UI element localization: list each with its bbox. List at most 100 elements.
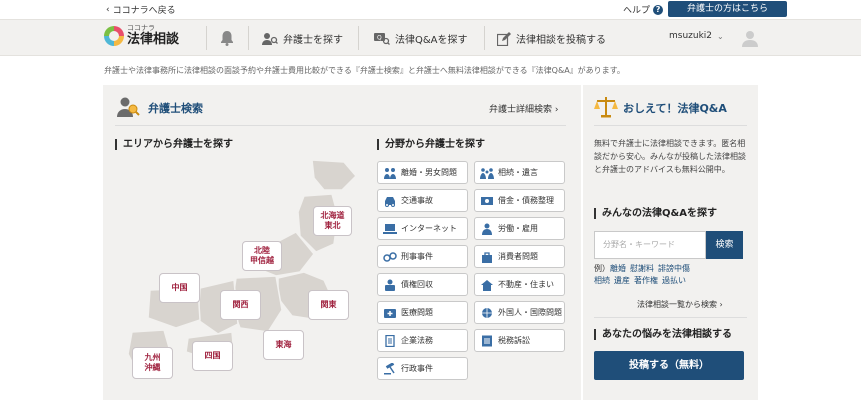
svg-text:Q: Q	[377, 34, 382, 41]
category-internet[interactable]: インターネット	[377, 217, 468, 240]
bell-icon[interactable]	[220, 30, 234, 50]
document-icon	[385, 334, 395, 347]
computer-icon	[383, 223, 397, 234]
back-link-label: ココナラへ戻る	[112, 6, 176, 16]
top-bar: ‹ ココナラへ戻る ヘルプ ? 弁護士の方はこちら	[0, 0, 861, 19]
couple-icon	[384, 167, 396, 179]
qa-search-icon: Q	[374, 32, 390, 45]
region-shikoku[interactable]: 四国	[192, 341, 233, 371]
logo-small-text: ココナラ	[127, 24, 155, 32]
main-navbar: ココナラ 法律相談 弁護士を探す Q 法律Q&Aを探す 法律相談を投稿する ms…	[0, 19, 861, 56]
category-criminal[interactable]: 刑事事件	[377, 245, 468, 268]
chevron-right-icon: ›	[554, 105, 559, 115]
category-inheritance[interactable]: 相続・遺言	[474, 161, 565, 184]
family-icon	[480, 167, 494, 179]
category-administrative[interactable]: 行政事件	[377, 357, 468, 380]
category-divorce[interactable]: 離婚・男女問題	[377, 161, 468, 184]
category-real-estate[interactable]: 不動産・住まい	[474, 273, 565, 296]
house-icon	[481, 279, 493, 291]
lawyer-search-icon	[116, 95, 140, 123]
edit-icon	[497, 31, 511, 46]
nav-post-consultation[interactable]: 法律相談を投稿する	[497, 31, 606, 46]
back-to-coconala-link[interactable]: ‹ ココナラへ戻る	[106, 3, 176, 17]
nav-post-label: 法律相談を投稿する	[516, 35, 606, 46]
category-label: 外国人・国際問題	[498, 308, 562, 317]
category-label: 医療問題	[401, 308, 433, 317]
category-debt[interactable]: 借金・債務整理	[474, 189, 565, 212]
post-consultation-title: あなたの悩みを法律相談する	[594, 329, 732, 340]
region-tokai[interactable]: 東海	[263, 330, 304, 360]
qa-example-tags: 例）離婚 慰謝料 誹謗中傷 相続 遺産 著作権 過払い	[594, 263, 749, 287]
nav-divider	[248, 26, 249, 50]
divider	[115, 125, 566, 126]
category-traffic-accident[interactable]: 交通事故	[377, 189, 468, 212]
tag-link[interactable]: 著作権	[634, 276, 658, 285]
site-logo[interactable]: ココナラ 法律相談	[104, 25, 179, 46]
tag-link[interactable]: 過払い	[662, 276, 686, 285]
region-kyushu-okinawa[interactable]: 九州 沖縄	[132, 347, 173, 379]
category-label: 債権回収	[401, 280, 433, 289]
region-kansai[interactable]: 関西	[220, 290, 261, 320]
category-consumer[interactable]: 消費者問題	[474, 245, 565, 268]
collection-icon	[385, 279, 395, 291]
category-debt-collection[interactable]: 債権回収	[377, 273, 468, 296]
medical-icon	[384, 308, 396, 318]
nav-find-qa-label: 法律Q&Aを探す	[395, 35, 468, 46]
gavel-icon	[384, 362, 395, 374]
area-search-title: エリアから弁護士を探す	[115, 139, 233, 150]
help-link[interactable]: ヘルプ ?	[623, 3, 664, 16]
category-international[interactable]: 外国人・国際問題	[474, 301, 565, 324]
qa-list-link[interactable]: 法律相談一覧から検索 ›	[637, 299, 723, 310]
category-label: 行政事件	[401, 364, 433, 373]
field-search-title: 分野から弁護士を探す	[377, 139, 485, 150]
chevron-down-icon: ⌄	[717, 31, 724, 41]
user-menu[interactable]: msuzuki2 ⌄	[669, 31, 724, 41]
nav-find-qa[interactable]: Q 法律Q&Aを探す	[374, 31, 468, 46]
qa-list-label: 法律相談一覧から検索	[637, 300, 717, 309]
money-icon	[481, 196, 493, 205]
handcuffs-icon	[383, 251, 397, 262]
nav-find-lawyer[interactable]: 弁護士を探す	[262, 31, 343, 46]
person-search-icon	[262, 32, 278, 45]
qa-search-input[interactable]: 分野名・キーワード	[594, 231, 706, 259]
qa-intro: 無料で弁護士に法律相談できます。匿名相談だから安心。みんなが投稿した法律相談と弁…	[594, 139, 746, 174]
region-hokkaido-tohoku[interactable]: 北海道 東北	[313, 206, 352, 236]
category-labor[interactable]: 労働・雇用	[474, 217, 565, 240]
user-avatar[interactable]	[741, 29, 759, 47]
post-free-button[interactable]: 投稿する（無料）	[594, 351, 744, 380]
tag-link[interactable]: 遺産	[614, 276, 630, 285]
qa-search-form: 分野名・キーワード 検索	[594, 231, 743, 259]
tag-link[interactable]: 離婚	[610, 264, 626, 273]
tag-link[interactable]: 相続	[594, 276, 610, 285]
category-tax[interactable]: 税務訴訟	[474, 329, 565, 352]
scales-icon	[594, 96, 618, 122]
qa-search-button[interactable]: 検索	[706, 231, 743, 259]
username: msuzuki2	[669, 31, 713, 41]
qa-title: おしえて！法律Q&A	[623, 102, 727, 115]
chevron-right-icon: ›	[719, 300, 723, 309]
nav-divider	[206, 26, 207, 50]
worker-icon	[482, 223, 492, 235]
tag-link[interactable]: 誹謗中傷	[658, 264, 690, 273]
logo-title: 法律相談	[127, 32, 180, 47]
qa-panel: おしえて！法律Q&A 無料で弁護士に法律相談できます。匿名相談だから安心。みんな…	[583, 85, 758, 400]
for-lawyers-button[interactable]: 弁護士の方はこちら	[668, 1, 787, 17]
detailed-search-link[interactable]: 弁護士詳細検索 ›	[489, 102, 559, 115]
category-label: 離婚・男女問題	[401, 168, 457, 177]
chevron-left-icon: ‹	[106, 4, 110, 15]
category-label: 税務訴訟	[498, 336, 530, 345]
region-hokuriku-koshinetsu[interactable]: 北陸 甲信越	[242, 241, 282, 271]
region-kanto[interactable]: 関東	[308, 290, 349, 320]
divider	[594, 125, 747, 126]
region-chugoku[interactable]: 中国	[159, 273, 200, 303]
site-description: 弁護士や法律事務所に法律相談の面談予約や弁護士費用比較ができる『弁護士検索』と弁…	[104, 66, 625, 75]
category-corporate[interactable]: 企業法務	[377, 329, 468, 352]
detailed-search-label: 弁護士詳細検索	[489, 105, 553, 115]
example-prefix: 例）	[594, 264, 610, 273]
category-label: 消費者問題	[498, 252, 538, 261]
shopping-icon	[482, 251, 492, 263]
category-medical[interactable]: 医療問題	[377, 301, 468, 324]
tag-link[interactable]: 慰謝料	[630, 264, 654, 273]
lawyer-search-title: 弁護士検索	[148, 102, 203, 115]
divider	[594, 317, 747, 318]
